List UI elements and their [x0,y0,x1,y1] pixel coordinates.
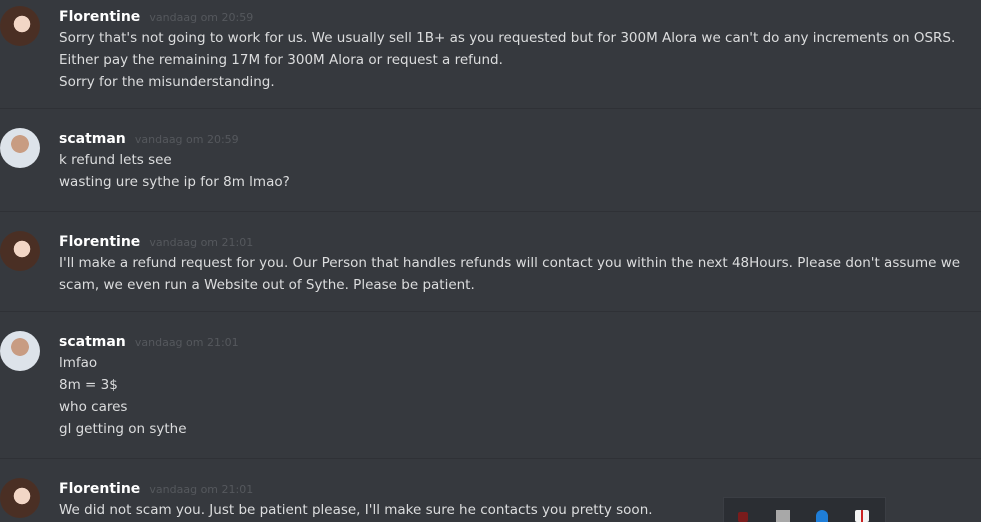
message-text: gl getting on sythe [59,421,187,437]
message-text: who cares [59,399,128,415]
security-shield-icon[interactable] [855,510,869,522]
timestamp: vandaag om 20:59 [134,133,239,146]
username[interactable]: Florentine [59,8,140,26]
message-divider [0,211,981,212]
avatar[interactable] [0,478,40,518]
timestamp: vandaag om 20:59 [149,11,254,24]
username[interactable]: Florentine [59,480,140,498]
window-icon[interactable] [776,510,790,522]
bluetooth-icon[interactable] [816,510,828,522]
message-text: k refund lets see [59,152,172,168]
username[interactable]: scatman [59,130,126,148]
message-text: Sorry for the misunderstanding. [59,74,275,90]
message-text: I'll make a refund request for you. Our … [59,255,961,293]
timestamp: vandaag om 21:01 [134,336,239,349]
message-text: 8m = 3$ [59,377,118,393]
avatar[interactable] [0,331,40,371]
avatar[interactable] [0,231,40,271]
username[interactable]: Florentine [59,233,140,251]
username[interactable]: scatman [59,333,126,351]
message-divider [0,458,981,459]
avatar[interactable] [0,6,40,46]
timestamp: vandaag om 21:01 [149,483,254,496]
message-text: Sorry that's not going to work for us. W… [59,30,956,68]
message-divider [0,311,981,312]
message-divider [0,108,981,109]
system-tray-popup [723,497,886,522]
timestamp: vandaag om 21:01 [149,236,254,249]
avatar[interactable] [0,128,40,168]
message-text: wasting ure sythe ip for 8m lmao? [59,174,290,190]
message-text: lmfao [59,355,98,371]
